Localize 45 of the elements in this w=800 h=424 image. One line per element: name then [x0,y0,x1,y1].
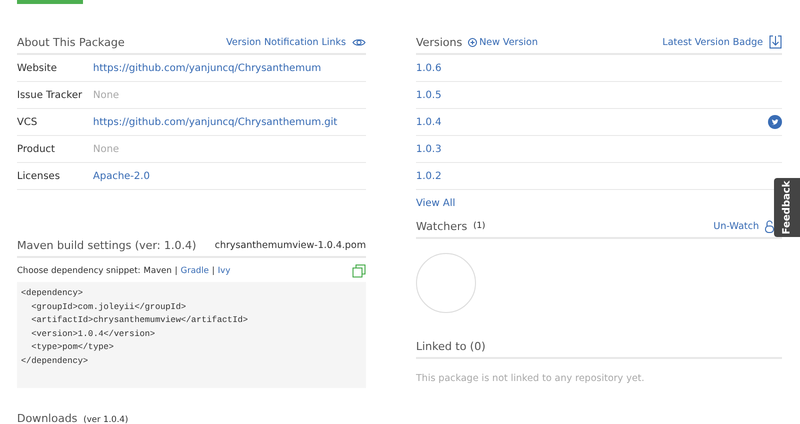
field-label: Licenses [17,170,61,182]
bird-icon[interactable] [768,115,782,129]
avatar-circle [416,253,476,313]
field-label: VCS [17,116,38,128]
field-link[interactable]: https://github.com/yanjuncq/Chrysanthemum.git [93,116,338,128]
new-version-link[interactable]: New Version [479,36,538,48]
field-value: None [93,144,120,154]
snippet-prompt: Choose dependency snippet: [17,266,141,276]
snippet-option[interactable]: Maven [144,266,172,276]
field-label: Website [17,62,58,74]
field-value: None [93,90,120,100]
section-title: Versions [416,36,462,48]
version-link[interactable]: 1.0.5 [416,90,442,100]
empty-message: This package is not linked to any repository yet. [416,373,646,384]
section-title: Linked to (0) [416,340,486,352]
code-snippet: <dependency> <groupId>com.joleyii</groupId> <artifactId>chrysanthemumview</artifactId> <version>1.0.4</version> <type>pom</type> </dependency> [17,282,366,388]
snippet-option[interactable]: Gradle [180,266,209,276]
downloads-version: (ver 1.0.4) [83,415,128,424]
field-link[interactable]: https://github.com/yanjuncq/Chrysanthemum [93,62,322,74]
notification-link[interactable]: Version Notification Links [226,36,346,48]
version-link[interactable]: 1.0.2 [416,170,442,182]
section-title: Downloads [17,412,78,424]
separator: | [174,266,178,276]
version-link[interactable]: 1.0.3 [416,144,442,154]
field-label: Issue Tracker [17,90,84,100]
feedback-tab[interactable]: Feedback [774,178,800,237]
unwatch-link[interactable]: Un-Watch [713,220,759,232]
download-icon [769,35,782,49]
field-link[interactable]: Apache-2.0 [93,170,150,182]
field-label: Product [17,144,56,154]
section-title: Maven build settings (ver: 1.0.4) [17,238,196,252]
version-link[interactable]: 1.0.4 [416,116,442,128]
watcher-count: (1) [473,221,486,231]
eye-icon [352,38,366,46]
view-all-link[interactable]: View All [416,198,456,209]
version-link[interactable]: 1.0.6 [416,62,442,74]
section-title: Watchers [416,220,468,232]
badge-link[interactable]: Latest Version Badge [662,36,763,48]
separator: | [212,266,215,276]
section-title: About This Package [17,36,125,48]
copy-icon[interactable] [352,264,366,278]
padlock-icon [765,220,774,232]
pom-filename: chrysanthemumview-1.0.4.pom [214,240,366,250]
plus-icon [468,38,478,46]
snippet-option[interactable]: Ivy [218,266,230,276]
